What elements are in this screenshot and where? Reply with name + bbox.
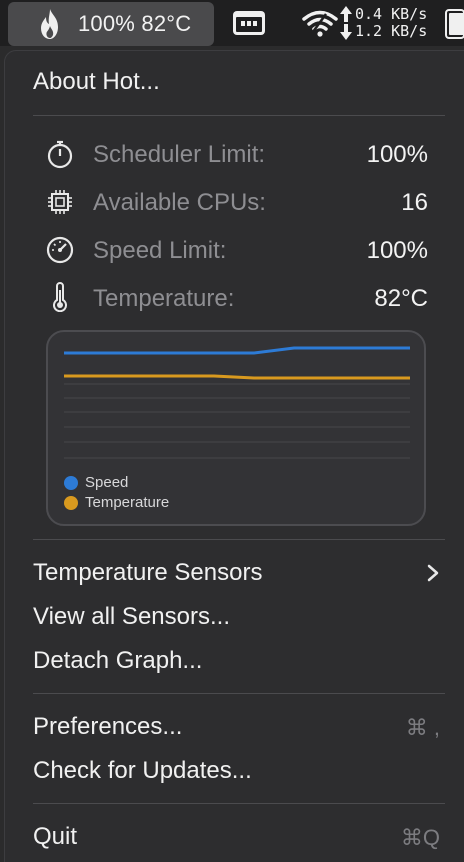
net-upload-rate: 0.4 KB/s bbox=[355, 5, 428, 23]
about-menu-item[interactable]: About Hot... bbox=[33, 68, 160, 96]
scheduler-limit-value: 100% bbox=[366, 141, 428, 168]
legend-temperature-label: Temperature bbox=[85, 494, 170, 511]
temperature-series-line bbox=[64, 374, 410, 380]
battery-icon[interactable] bbox=[444, 8, 464, 40]
hot-dropdown-menu: About Hot... Scheduler Limit: 100% Avail… bbox=[4, 50, 464, 862]
available-cpus-label: Available CPUs: bbox=[93, 189, 266, 216]
net-download-rate: 1.2 KB/s bbox=[355, 22, 428, 40]
menu-separator bbox=[33, 115, 445, 116]
chevron-right-icon bbox=[427, 564, 439, 582]
preferences-menu-item[interactable]: Preferences... bbox=[33, 713, 182, 741]
detach-graph-menu-item[interactable]: Detach Graph... bbox=[33, 647, 202, 675]
app-window-icon[interactable] bbox=[232, 10, 266, 36]
network-stats: 0.4 KB/s 1.2 KB/s bbox=[355, 6, 427, 40]
view-all-sensors-menu-item[interactable]: View all Sensors... bbox=[33, 603, 230, 631]
quit-shortcut: ⌘Q bbox=[400, 825, 440, 850]
speed-limit-label: Speed Limit: bbox=[93, 237, 227, 264]
temperature-color-dot bbox=[64, 495, 78, 510]
menu-separator bbox=[33, 539, 445, 540]
available-cpus-value: 16 bbox=[401, 189, 428, 216]
status-text: 100% 82°C bbox=[78, 11, 192, 36]
thermometer-icon bbox=[53, 282, 67, 312]
quit-menu-item[interactable]: Quit bbox=[33, 823, 77, 851]
menu-separator bbox=[33, 693, 445, 694]
hot-status-item[interactable]: 100% 82°C bbox=[8, 2, 214, 46]
speed-series-line bbox=[64, 346, 410, 355]
cpu-chip-icon bbox=[48, 190, 72, 214]
up-down-arrows-icon bbox=[340, 6, 352, 40]
history-graph: Speed Temperature bbox=[46, 330, 426, 526]
legend-temperature: Temperature bbox=[64, 494, 169, 511]
check-for-updates-menu-item[interactable]: Check for Updates... bbox=[33, 757, 252, 785]
temperature-value: 82°C bbox=[374, 285, 428, 312]
preferences-shortcut: ⌘ , bbox=[405, 715, 440, 740]
temperature-sensors-menu-item[interactable]: Temperature Sensors bbox=[33, 559, 262, 587]
speed-limit-value: 100% bbox=[366, 237, 428, 264]
scheduler-limit-label: Scheduler Limit: bbox=[93, 141, 266, 168]
legend-speed: Speed bbox=[64, 474, 128, 491]
menu-separator bbox=[33, 803, 445, 804]
temperature-label: Temperature: bbox=[93, 285, 235, 312]
stopwatch-icon bbox=[47, 140, 73, 169]
menu-bar: 100% 82°C 0.4 KB/s 1.2 KB/s bbox=[0, 0, 464, 46]
legend-speed-label: Speed bbox=[85, 474, 129, 491]
wifi-icon[interactable] bbox=[302, 8, 338, 38]
speedometer-icon bbox=[46, 236, 74, 264]
flame-icon bbox=[41, 9, 58, 39]
speed-color-dot bbox=[64, 475, 78, 490]
